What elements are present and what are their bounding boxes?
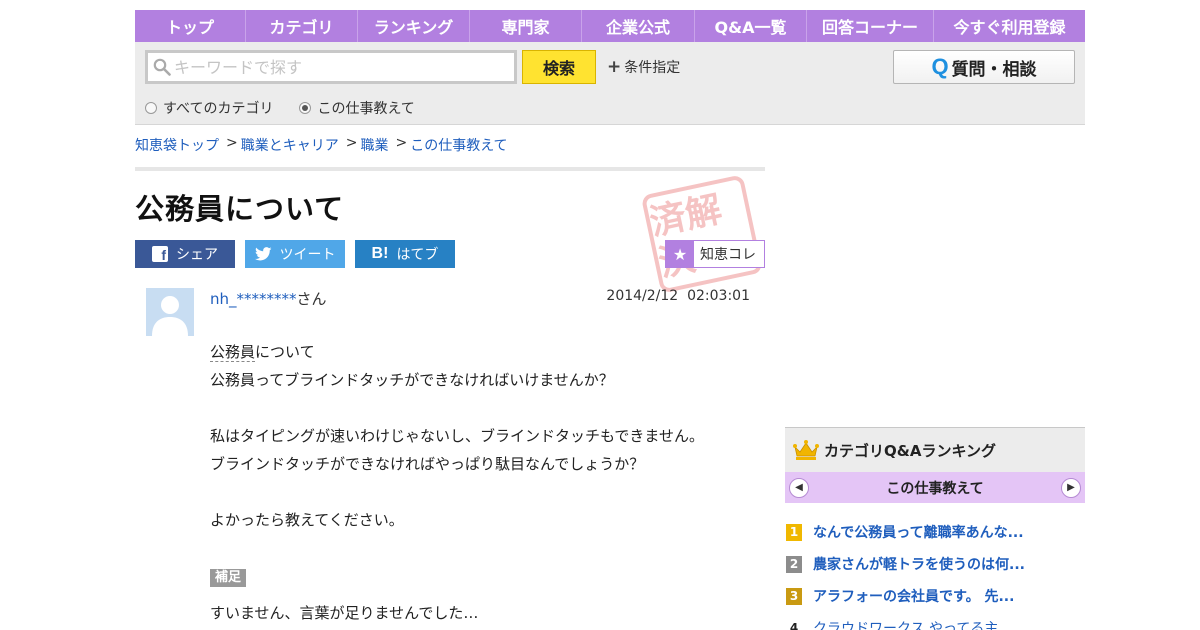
rank-badge: 3 (786, 587, 802, 605)
ranking-category-bar: ◀ この仕事教えて ▶ (785, 472, 1085, 503)
question-line (210, 534, 760, 562)
hatena-bookmark-icon: B! (371, 245, 389, 262)
global-nav: トップ カテゴリ ランキング 専門家 企業公式 Q&A一覧 回答コーナー 今すぐ… (135, 10, 1085, 42)
content-divider (135, 167, 765, 171)
ranking-header: カテゴリQ&Aランキング (785, 427, 1085, 472)
ranking-item[interactable]: 4 クラウドワークス やってる主... (785, 612, 1085, 630)
ranking-item-title: なんで公務員って離職率あんな... (813, 525, 1024, 541)
radio-checked-icon (299, 102, 312, 114)
nav-qa-list[interactable]: Q&A一覧 (695, 10, 807, 42)
resolved-stamp: 済解決 (640, 174, 764, 294)
keyword-link[interactable]: 公務員 (210, 343, 256, 362)
question-time: 02:03:01 (687, 288, 750, 304)
rank-badge: 4 (789, 621, 799, 630)
nav-answer-corner[interactable]: 回答コーナー (807, 10, 934, 42)
question-date: 2014/2/12 (606, 288, 679, 304)
rank-badge: 2 (786, 555, 802, 573)
twitter-bird-icon (254, 247, 272, 261)
breadcrumb-top[interactable]: 知恵袋トップ (135, 135, 219, 155)
nav-official[interactable]: 企業公式 (582, 10, 695, 42)
facebook-share-label: シェア (176, 247, 218, 263)
search-input[interactable] (174, 57, 504, 77)
breadcrumb-teach-job[interactable]: この仕事教えて (410, 135, 507, 155)
search-conditions-link[interactable]: + 条件指定 (607, 57, 680, 77)
question-line (210, 394, 760, 422)
search-button[interactable]: 検索 (522, 50, 596, 84)
ranking-item[interactable]: 3 アラフォーの会社員です。 先... (785, 580, 1085, 612)
question-body: 公務員について 公務員ってブラインドタッチができなければいけませんか？ 私はタイ… (210, 338, 760, 627)
breadcrumb-job[interactable]: 職業 (360, 135, 388, 155)
radio-unchecked-icon (145, 102, 157, 114)
category-ranking: カテゴリQ&Aランキング ◀ この仕事教えて ▶ 1 なんで公務員って離職率あん… (785, 427, 1085, 630)
avatar[interactable] (146, 288, 194, 336)
breadcrumb: 知恵袋トップ > 職業とキャリア > 職業 > この仕事教えて (135, 135, 508, 155)
ranking-title: カテゴリQ&Aランキング (824, 441, 996, 460)
search-conditions-label: 条件指定 (624, 60, 681, 76)
q-logo-icon: Q (931, 54, 949, 79)
ranking-item[interactable]: 2 農家さんが軽トラを使うのは何... (785, 548, 1085, 580)
hatena-bookmark-button[interactable]: B! はてブ (355, 240, 455, 268)
default-user-icon (146, 288, 194, 336)
ranking-item-title: アラフォーの会社員です。 先... (813, 589, 1015, 605)
rank-badge: 1 (786, 523, 802, 541)
questioner: nh_********さん (210, 288, 327, 309)
nav-category[interactable]: カテゴリ (246, 10, 358, 42)
star-icon: ★ (666, 241, 694, 267)
addendum-label: 補足 (210, 569, 247, 587)
nav-ranking[interactable]: ランキング (358, 10, 470, 42)
search-box (145, 50, 517, 84)
ranking-item-title: 農家さんが軽トラを使うのは何... (813, 557, 1025, 573)
ranking-item[interactable]: 1 なんで公務員って離職率あんな... (785, 516, 1085, 548)
facebook-share-button[interactable]: f シェア (135, 240, 235, 268)
nav-top[interactable]: トップ (135, 10, 246, 42)
plus-icon: + (607, 57, 622, 77)
next-arrow-icon[interactable]: ▶ (1061, 477, 1081, 498)
question-line: 公務員について (210, 338, 760, 366)
breadcrumb-career[interactable]: 職業とキャリア (241, 135, 339, 155)
scope-all-label: すべてのカテゴリ (163, 101, 274, 117)
questioner-name-link[interactable]: nh_******** (210, 290, 297, 308)
question-line-text: について (255, 343, 315, 361)
question-line: ブラインドタッチができなければやっぱり駄目なんでしょうか？ (210, 455, 645, 473)
question-line: 私はタイピングが速いわけじゃないし、ブラインドタッチもできません。 (210, 427, 704, 445)
ask-question-label: 質問・相談 (951, 59, 1037, 80)
search-scope: すべてのカテゴリ この仕事教えて (145, 98, 441, 118)
twitter-share-button[interactable]: ツイート (245, 240, 345, 268)
question-line: 公務員ってブラインドタッチができなければいけませんか？ (210, 371, 614, 389)
scope-current-label: この仕事教えて (317, 101, 415, 117)
nav-experts[interactable]: 専門家 (470, 10, 582, 42)
chiecolle-button[interactable]: ★ 知恵コレ (665, 240, 765, 268)
chiecolle-label: 知恵コレ (700, 247, 756, 263)
addendum-text: すいません、言葉が足りませんでした… (210, 604, 479, 622)
prev-arrow-icon[interactable]: ◀ (789, 477, 809, 498)
page-title: 公務員について (135, 192, 345, 226)
ranking-item-title: クラウドワークス やってる主... (813, 621, 1012, 630)
breadcrumb-separator: > (395, 135, 408, 151)
resolved-stamp-text: 済解決 (640, 174, 764, 294)
honorific: さん (296, 290, 327, 308)
nav-register[interactable]: 今すぐ利用登録 (934, 10, 1085, 42)
breadcrumb-separator: > (345, 135, 358, 151)
hatena-bookmark-label: はてブ (396, 247, 439, 263)
ranking-category: この仕事教えて (886, 480, 984, 497)
twitter-share-label: ツイート (279, 247, 336, 263)
search-icon (153, 58, 171, 76)
breadcrumb-separator: > (226, 135, 238, 151)
question-line (210, 478, 760, 506)
question-line: よかったら教えてください。 (210, 511, 404, 529)
facebook-icon: f (152, 246, 168, 262)
ask-question-button[interactable]: Q 質問・相談 (893, 50, 1075, 84)
scope-all-radio[interactable]: すべてのカテゴリ (145, 98, 273, 118)
search-bar: 検索 + 条件指定 Q 質問・相談 すべてのカテゴリ この仕事教えて (135, 42, 1085, 125)
scope-current-radio[interactable]: この仕事教えて (299, 98, 415, 118)
crown-icon (793, 440, 819, 460)
question-datetime: 2014/2/12 02:03:01 (606, 288, 750, 304)
ranking-list: 1 なんで公務員って離職率あんな... 2 農家さんが軽トラを使うのは何... … (785, 516, 1085, 630)
